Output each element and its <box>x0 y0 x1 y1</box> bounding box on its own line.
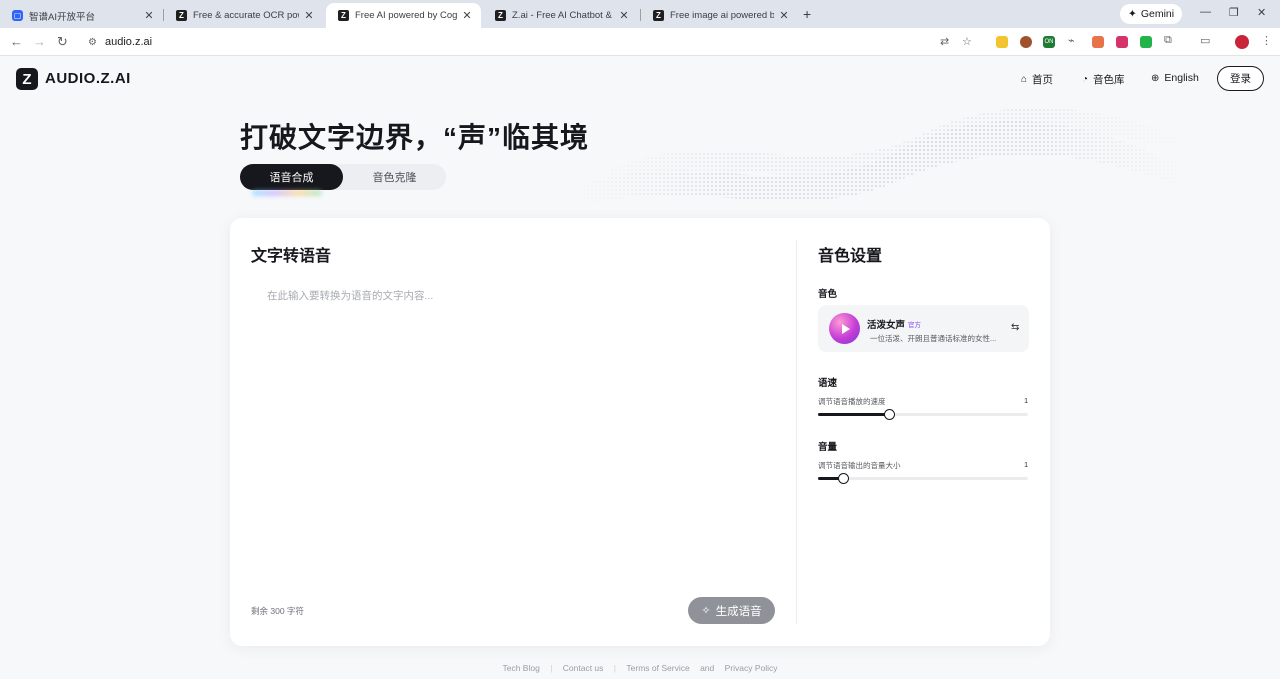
bookmark-star-icon[interactable]: ☆ <box>962 35 972 48</box>
footer-link-contact[interactable]: Contact us <box>563 663 604 673</box>
extension-icon[interactable] <box>1092 36 1104 48</box>
speed-slider-fill <box>818 413 890 416</box>
logo-text[interactable]: AUDIO.Z.AI <box>45 70 131 87</box>
tab-title: Free AI powered by CogTTS <box>355 10 457 21</box>
tab-speech-synthesis[interactable]: 语音合成 <box>240 164 343 190</box>
gemini-label: Gemini <box>1140 8 1175 20</box>
url-text: audio.z.ai <box>104 36 153 48</box>
close-tab-icon[interactable]: ✕ <box>143 9 155 22</box>
logo-icon[interactable]: Z <box>16 68 38 90</box>
translate-icon[interactable]: ⇄ <box>940 35 949 48</box>
new-tab-icon[interactable]: + <box>803 6 811 22</box>
tab-title: Z.ai - Free AI Chatbot & Agen <box>512 10 614 21</box>
back-icon[interactable]: ← <box>10 34 23 49</box>
volume-value: 1 <box>1024 460 1029 469</box>
page-title: 打破文字边界，“声”临其境 <box>240 122 590 153</box>
footer: Tech Blog | Contact us | Terms of Servic… <box>0 663 1280 673</box>
speed-description: 调节语音播放的速度 <box>818 397 886 406</box>
voice-official-badge: 官方 <box>908 322 921 329</box>
footer-link-tech-blog[interactable]: Tech Blog <box>502 663 539 673</box>
volume-slider[interactable] <box>818 473 1028 484</box>
address-bar[interactable]: ⚙ audio.z.ai ⇄ ☆ <box>78 31 985 53</box>
volume-description: 调节语音输出的音量大小 <box>818 461 901 470</box>
window-close-icon[interactable]: ✕ <box>1257 6 1266 19</box>
footer-and-text: and <box>700 663 715 673</box>
browser-tab[interactable]: Z Free image ai powered by GL ✕ <box>641 3 798 28</box>
z-favicon-icon: Z <box>176 10 187 21</box>
browser-tab[interactable]: Z Z.ai - Free AI Chatbot & Agen ✕ <box>483 3 638 28</box>
voice-description: 一位活泼、开朗且普通话标准的女性... <box>870 334 997 343</box>
tts-section-title: 文字转语音 <box>251 248 332 265</box>
sparkle-icon: ✧ <box>701 605 711 617</box>
volume-label: 音量 <box>818 442 838 453</box>
swap-voice-icon[interactable]: ⇆ <box>1011 322 1019 333</box>
zhipu-favicon-icon: ▢ <box>12 10 23 21</box>
browser-tab-active[interactable]: Z Free AI powered by CogTTS ✕ <box>326 3 481 28</box>
close-tab-icon[interactable]: ✕ <box>461 9 473 22</box>
main-card: 文字转语音 剩余 300 字符 ✧ 生成语音 音色设置 音色 活泼女声 官方 一… <box>230 218 1050 646</box>
tab-title: 智谱AI开放平台 <box>29 11 95 23</box>
remaining-char-count: 剩余 300 字符 <box>251 606 304 616</box>
tab-title: Free image ai powered by GL <box>670 10 774 21</box>
speed-slider-thumb[interactable] <box>883 409 895 420</box>
minimize-icon[interactable]: — <box>1200 6 1211 18</box>
browser-tabstrip: ▢ 智谱AI开放平台 ✕ Z Free & accurate OCR power… <box>0 0 1280 28</box>
z-favicon-icon: Z <box>653 10 664 21</box>
puzzle-extensions-icon[interactable]: ⧉ <box>1164 34 1172 47</box>
tts-text-input[interactable] <box>251 280 781 580</box>
sparkle-icon: ✦ <box>1128 8 1137 20</box>
voice-name: 活泼女声 <box>867 320 906 331</box>
panel-divider <box>796 240 797 624</box>
speed-label: 语速 <box>818 378 838 389</box>
login-button[interactable]: 登录 <box>1217 66 1264 91</box>
gemini-button[interactable]: ✦ Gemini <box>1120 4 1183 24</box>
decorative-dot-wave <box>570 107 1190 210</box>
footer-separator: | <box>550 663 553 673</box>
extension-icon[interactable] <box>1116 36 1128 48</box>
check-extension-icon[interactable] <box>1140 36 1152 48</box>
mode-tabs: 语音合成 音色克隆 <box>240 164 446 190</box>
close-tab-icon[interactable]: ✕ <box>618 9 630 22</box>
play-icon <box>841 323 850 334</box>
speed-value: 1 <box>1024 396 1029 405</box>
speed-slider[interactable] <box>818 409 1028 420</box>
tab-title: Free & accurate OCR powere <box>193 10 299 21</box>
extension-icon[interactable] <box>996 36 1008 48</box>
generate-speech-label: 生成语音 <box>715 605 762 618</box>
wifi-extension-icon[interactable]: ⌁ <box>1068 34 1075 47</box>
tab-voice-clone[interactable]: 音色克隆 <box>343 164 446 190</box>
profile-avatar[interactable] <box>1235 35 1249 49</box>
reload-icon[interactable]: ↻ <box>57 34 68 50</box>
site-info-icon[interactable]: ⚙ <box>88 37 97 48</box>
volume-slider-thumb[interactable] <box>837 473 849 484</box>
close-tab-icon[interactable]: ✕ <box>303 9 315 22</box>
forward-icon[interactable]: → <box>33 34 46 49</box>
cookie-extension-icon[interactable] <box>1020 36 1032 48</box>
browser-tab[interactable]: Z Free & accurate OCR powere ✕ <box>164 3 323 28</box>
restore-icon[interactable]: ❐ <box>1229 6 1239 19</box>
voice-settings-title: 音色设置 <box>818 248 883 265</box>
browser-tab[interactable]: ▢ 智谱AI开放平台 ✕ <box>0 3 163 28</box>
z-favicon-icon: Z <box>338 10 349 21</box>
footer-separator: | <box>613 663 617 673</box>
close-tab-icon[interactable]: ✕ <box>778 9 790 22</box>
side-panel-icon[interactable]: ▭ <box>1200 34 1210 47</box>
tab-glow-decoration <box>252 190 322 196</box>
browser-menu-icon[interactable]: ⋮ <box>1261 34 1272 47</box>
on-extension-icon[interactable]: ON <box>1043 36 1055 48</box>
footer-link-privacy[interactable]: Privacy Policy <box>725 663 778 673</box>
generate-speech-button[interactable]: ✧ 生成语音 <box>688 597 775 624</box>
footer-link-terms[interactable]: Terms of Service <box>626 663 689 673</box>
voice-label: 音色 <box>818 289 838 300</box>
voice-selector-card[interactable]: 活泼女声 官方 一位活泼、开朗且普通话标准的女性... ⇆ <box>818 305 1029 352</box>
voice-preview-play-button[interactable] <box>829 313 860 344</box>
z-favicon-icon: Z <box>495 10 506 21</box>
browser-toolbar: ← → ↻ ⚙ audio.z.ai ⇄ ☆ ON ⌁ ⧉ ▭ ⋮ <box>0 28 1280 56</box>
